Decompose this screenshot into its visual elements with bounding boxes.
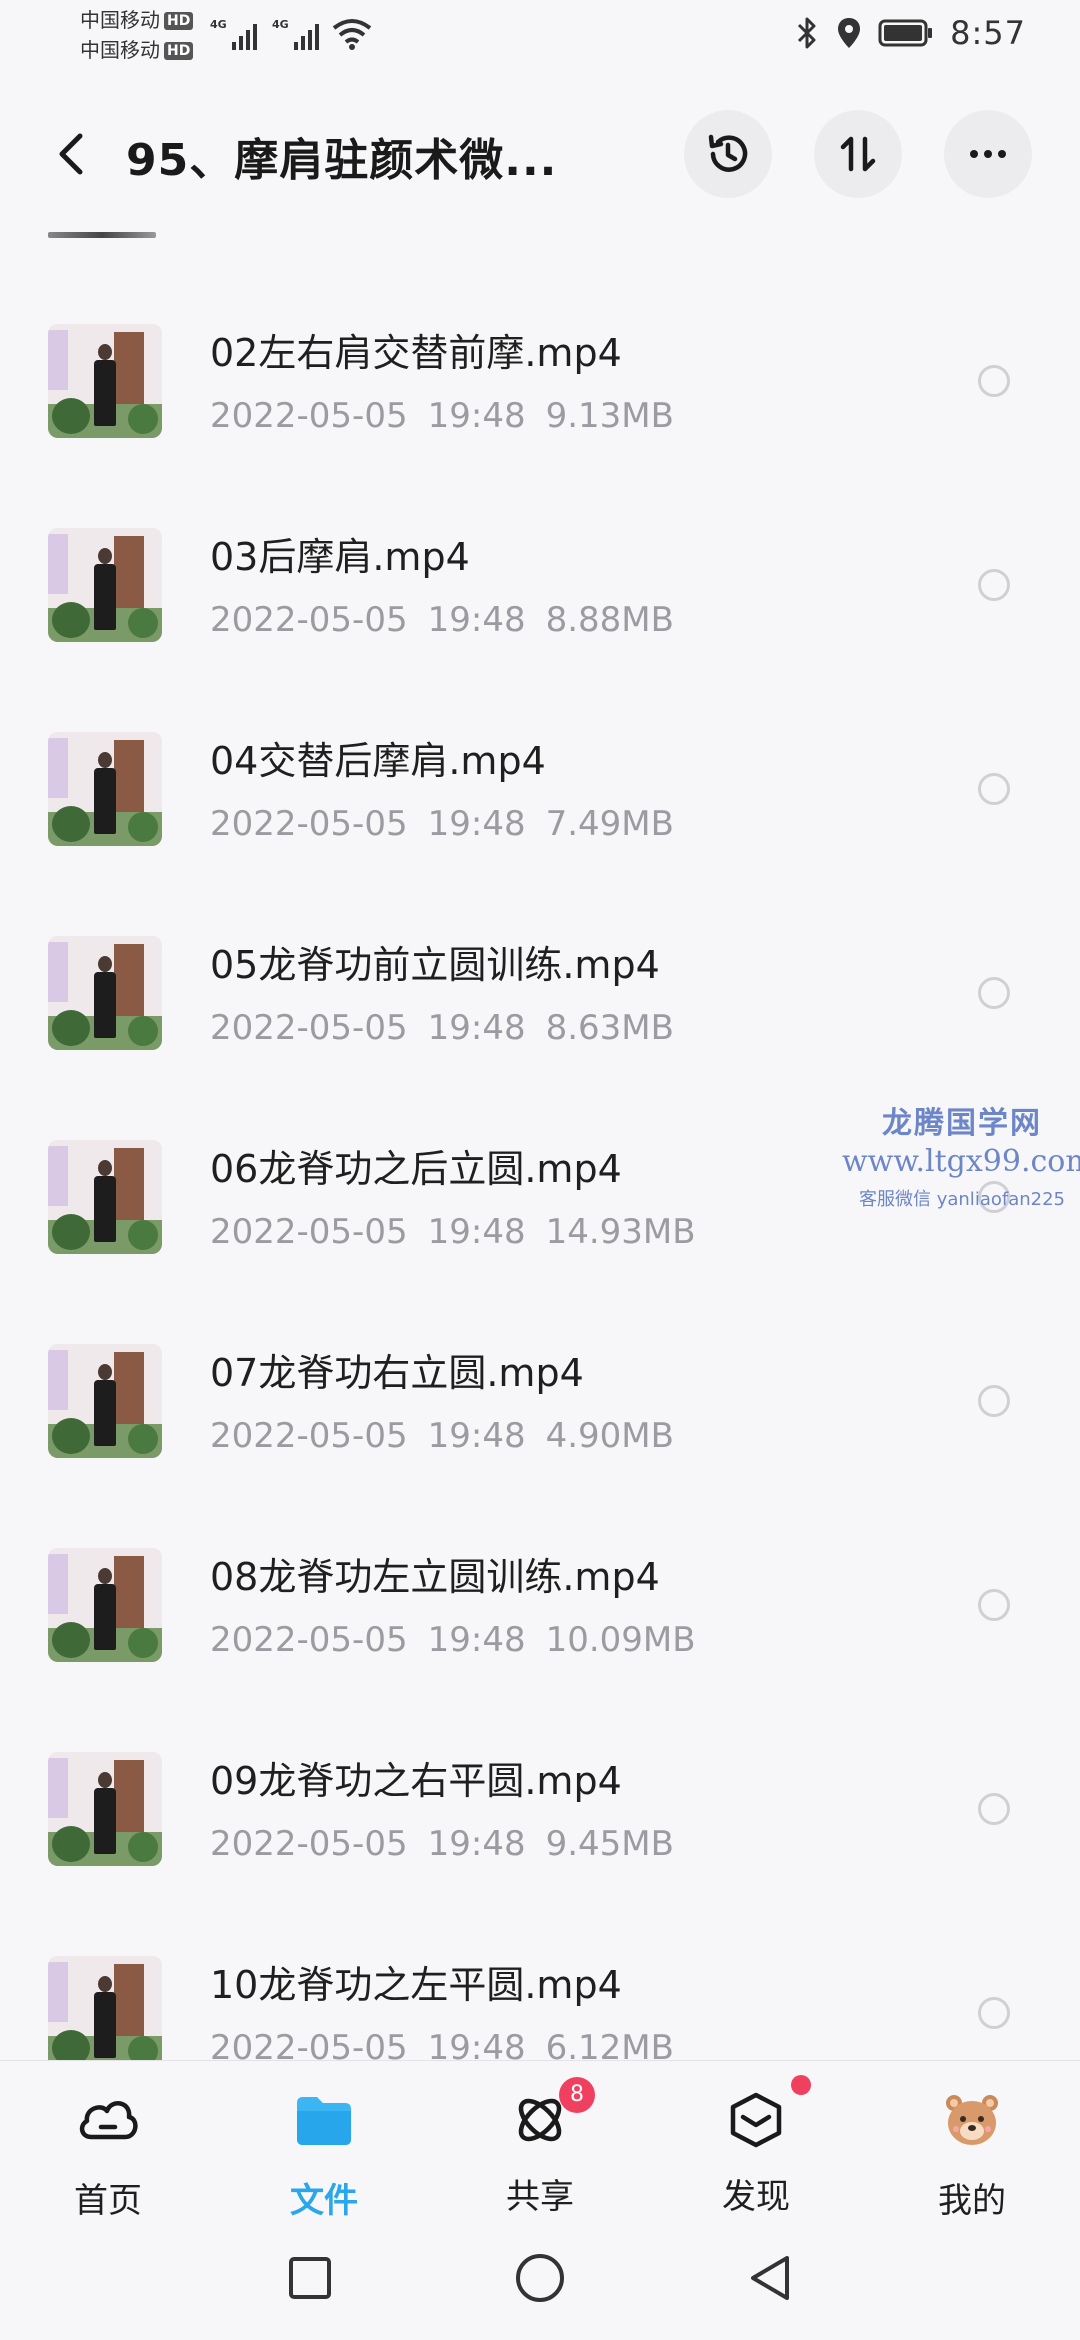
nav-label-files: 文件: [290, 2181, 358, 2221]
nav-label-me: 我的: [938, 2181, 1006, 2221]
network-type-1: 4G: [210, 18, 227, 31]
file-meta: 2022-05-05 19:48 6.12MB: [210, 2028, 674, 2060]
nav-label-discover: 发现: [722, 2177, 790, 2217]
wifi-icon: [332, 19, 372, 50]
discover-dot: [791, 2075, 811, 2095]
file-size: 6.12MB: [545, 2028, 674, 2060]
discover-box-icon: [730, 2092, 782, 2148]
watermark-title: 龙腾国学网: [882, 1106, 1042, 1141]
file-name: 02左右肩交替前摩.mp4: [210, 331, 622, 375]
history-icon: [708, 134, 748, 172]
nav-label-home: 首页: [74, 2181, 142, 2221]
nav-label-share: 共享: [506, 2177, 574, 2217]
carrier-name-2: 中国移动: [80, 38, 160, 62]
video-thumbnail: [48, 1956, 162, 2060]
back-icon: [59, 133, 83, 175]
back-button[interactable]: [46, 124, 96, 184]
top-bar: 95、摩肩驻颜术微...: [0, 100, 1080, 210]
status-bar: 中国移动 HD 中国移动 HD 4G 4G 8:57: [0, 0, 1080, 80]
recent-apps-button[interactable]: [280, 2248, 340, 2308]
system-nav-bar: [0, 2220, 1080, 2340]
nav-item-me[interactable]: 我的: [902, 2087, 1042, 2221]
select-radio[interactable]: [978, 365, 1010, 397]
page-title: 95、摩肩驻颜术微...: [126, 135, 558, 186]
list-item[interactable]: 10龙脊功之左平圆.mp4 2022-05-05 19:48 6.12MB: [0, 1844, 1080, 2060]
file-name: 06龙脊功之后立圆.mp4: [210, 1147, 622, 1191]
square-icon: [289, 2257, 331, 2299]
list-item[interactable]: 03后摩肩.mp4 2022-05-05 19:48 8.88MB: [0, 416, 1080, 642]
carrier-label-2: 中国移动 HD: [80, 38, 194, 62]
select-radio[interactable]: [978, 569, 1010, 601]
file-name: 10龙脊功之左平圆.mp4: [210, 1963, 622, 2007]
select-radio[interactable]: [978, 1997, 1010, 2029]
list-item[interactable]: 09龙脊功之右平圆.mp4 2022-05-05 19:48 9.45MB: [0, 1640, 1080, 1866]
signal-icon: 4G: [210, 18, 257, 50]
select-radio[interactable]: [978, 1793, 1010, 1825]
battery-icon: [878, 19, 933, 47]
nav-item-discover[interactable]: 发现: [686, 2075, 826, 2217]
nav-item-share[interactable]: 8 共享: [470, 2077, 610, 2217]
history-button[interactable]: [684, 110, 772, 198]
hd-badge-1: HD: [164, 12, 194, 30]
bottom-nav: 首页 文件 8 共享 发现 我的: [0, 2060, 1080, 2221]
sort-button[interactable]: [814, 110, 902, 198]
list-item[interactable]: 07龙脊功右立圆.mp4 2022-05-05 19:48 4.90MB: [0, 1232, 1080, 1458]
file-name: 08龙脊功左立圆训练.mp4: [210, 1555, 660, 1599]
file-name: 09龙脊功之右平圆.mp4: [210, 1759, 622, 1803]
file-date: 2022-05-05: [210, 2028, 408, 2060]
network-type-2: 4G: [272, 18, 289, 31]
nav-item-home[interactable]: 首页: [38, 2087, 178, 2221]
watermark-url: www.ltgx99.com: [842, 1144, 1080, 1179]
file-time: 19:48: [427, 2028, 526, 2060]
watermark-contact: 客服微信 yanliaofan225: [859, 1189, 1065, 1210]
bluetooth-icon: [798, 17, 816, 49]
carrier-label-1: 中国移动 HD: [80, 8, 194, 32]
triangle-back-icon: [751, 2256, 789, 2300]
bear-avatar-icon: [946, 2095, 998, 2145]
select-radio[interactable]: [978, 977, 1010, 1009]
signal-icon-2: 4G: [272, 18, 319, 50]
more-icon: [970, 150, 1006, 158]
location-icon: [838, 18, 861, 48]
list-item[interactable]: 02左右肩交替前摩.mp4 2022-05-05 19:48 9.13MB: [0, 212, 1080, 438]
select-radio[interactable]: [978, 1385, 1010, 1417]
select-radio[interactable]: [978, 1589, 1010, 1621]
list-item[interactable]: 05龙脊功前立圆训练.mp4 2022-05-05 19:48 8.63MB: [0, 824, 1080, 1050]
file-name: 04交替后摩肩.mp4: [210, 739, 546, 783]
home-button[interactable]: [510, 2248, 570, 2308]
cloud-home-icon: [79, 2101, 138, 2140]
system-back-button[interactable]: [740, 2248, 800, 2308]
status-right: 8:57: [794, 14, 1026, 52]
list-item[interactable]: 04交替后摩肩.mp4 2022-05-05 19:48 7.49MB: [0, 620, 1080, 846]
share-badge: 8: [559, 2077, 595, 2113]
sort-icon: [840, 136, 876, 172]
nav-item-files[interactable]: 文件: [254, 2087, 394, 2221]
file-name: 07龙脊功右立圆.mp4: [210, 1351, 584, 1395]
list-item[interactable]: 08龙脊功左立圆训练.mp4 2022-05-05 19:48 10.09MB: [0, 1436, 1080, 1662]
clock: 8:57: [950, 14, 1026, 52]
more-button[interactable]: [944, 110, 1032, 198]
file-name: 03后摩肩.mp4: [210, 535, 470, 579]
carrier-name-1: 中国移动: [80, 8, 160, 32]
file-name: 05龙脊功前立圆训练.mp4: [210, 943, 660, 987]
watermark: 龙腾国学网 www.ltgx99.com 客服微信 yanliaofan225: [842, 1098, 1080, 1211]
folder-icon: [297, 2097, 351, 2145]
hd-badge-2: HD: [164, 42, 194, 60]
select-radio[interactable]: [978, 773, 1010, 805]
circle-icon: [516, 2254, 564, 2302]
